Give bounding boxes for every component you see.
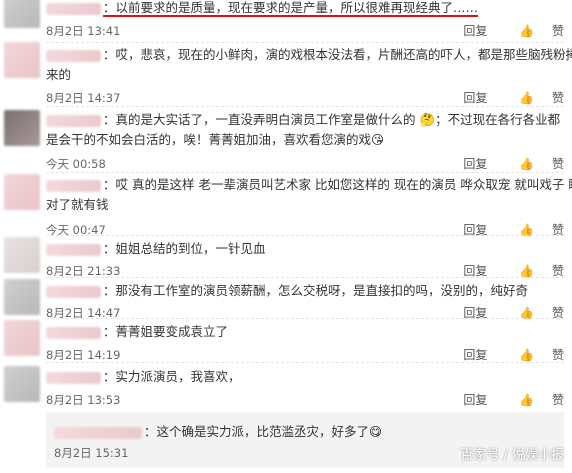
username[interactable] <box>46 243 101 256</box>
avatar[interactable] <box>4 320 40 356</box>
username[interactable] <box>46 371 101 384</box>
comment-text: ：姐姐总结的到位，一针见血 <box>46 239 564 259</box>
comment-text: ：以前要求的是质量，现在要求的是产量，所以很难再现经典了…… <box>46 0 564 18</box>
like-button[interactable]: 👍 赞 <box>505 91 564 105</box>
comment-actions: 回复 👍 赞 <box>449 89 564 106</box>
reply-button[interactable]: 回复 <box>463 24 487 38</box>
like-button[interactable]: 👍 赞 <box>505 264 564 278</box>
comment-time: 8月2日 14:37 <box>46 91 121 105</box>
avatar[interactable] <box>4 174 40 210</box>
emoji-thinking: 🤔 <box>419 112 436 127</box>
avatar[interactable] <box>4 366 40 402</box>
username[interactable] <box>46 179 101 192</box>
avatar[interactable] <box>4 42 40 78</box>
comment-time: 今天 00:58 <box>46 157 106 171</box>
like-button[interactable]: 👍 赞 <box>505 393 564 407</box>
thumb-up-icon: 👍 <box>519 24 535 38</box>
comment-time: 8月2日 14:19 <box>46 348 121 362</box>
comment-text: ：那没有工作室的演员领薪酬，怎么交税呀，是直接扣的吗，没别的，纯好奇 <box>46 281 564 301</box>
username[interactable] <box>54 426 142 439</box>
comment-text: ：哎 真的是这样 老一辈演员叫艺术家 比如您这样的 现在的演员 哗众取宠 就叫戏… <box>46 175 572 195</box>
avatar[interactable] <box>4 237 40 273</box>
thumb-up-icon: 👍 <box>519 348 535 362</box>
avatar[interactable] <box>4 0 40 28</box>
thumb-up-icon: 👍 <box>519 91 535 105</box>
comment-actions: 回复 👍 赞 <box>449 155 564 172</box>
comment-actions: 回复 👍 赞 <box>449 346 564 363</box>
comment-text: ：菁菁姐要变成袁立了 <box>46 322 564 342</box>
like-button[interactable]: 👍 赞 <box>505 348 564 362</box>
reply-button[interactable]: 回复 <box>463 91 487 105</box>
thumb-up-icon: 👍 <box>519 157 535 171</box>
reply-button[interactable]: 回复 <box>463 157 487 171</box>
comment-actions: 回复 👍 赞 <box>449 391 564 408</box>
thumb-up-icon: 👍 <box>519 393 535 407</box>
comment-time: 8月2日 13:41 <box>46 24 121 38</box>
comment-text: ：真的是大实话了，一直没弄明白演员工作室是做什么的 🤔；不过现在各行各业都 <box>46 110 564 130</box>
comment-actions: 回复 👍 赞 <box>449 22 564 39</box>
username[interactable] <box>46 326 101 339</box>
reply-button[interactable]: 回复 <box>463 393 487 407</box>
like-button[interactable]: 👍 赞 <box>505 24 564 38</box>
username[interactable] <box>46 285 101 298</box>
like-button[interactable]: 👍 赞 <box>505 157 564 171</box>
username[interactable] <box>46 2 101 15</box>
comment-text-line2: 对了就有钱 <box>46 197 109 212</box>
username[interactable] <box>46 114 101 127</box>
comment-time: 8月2日 15:31 <box>54 446 129 460</box>
emoji-yum: 😋 <box>369 424 383 439</box>
comment-text: ：实力派演员，我喜欢， <box>46 367 564 387</box>
reply-button[interactable]: 回复 <box>463 264 487 278</box>
comment-time: 8月2日 13:53 <box>46 393 121 407</box>
comment-text: ：哎，悲哀，现在的小鲜肉，演的戏根本没法看，片酬还高的吓人，都是那些脑残粉捧出 <box>46 45 572 65</box>
comment-text-line2: 来的 <box>46 67 72 82</box>
username[interactable] <box>46 49 101 62</box>
emoji-kiss: 😘 <box>371 132 385 147</box>
thumb-up-icon: 👍 <box>519 264 535 278</box>
avatar[interactable] <box>4 110 40 146</box>
reply-button[interactable]: 回复 <box>463 348 487 362</box>
comment-text-line2: 是会干的不如会白活的，唉！菁菁姐加油，喜欢看您演的戏😘 <box>46 132 385 147</box>
watermark: 百家号 / 悦娱小报 <box>460 448 564 463</box>
comment-text: ：这个确是实力派，比范滥丞灾，好多了😋 <box>54 421 382 440</box>
avatar[interactable] <box>4 279 40 315</box>
